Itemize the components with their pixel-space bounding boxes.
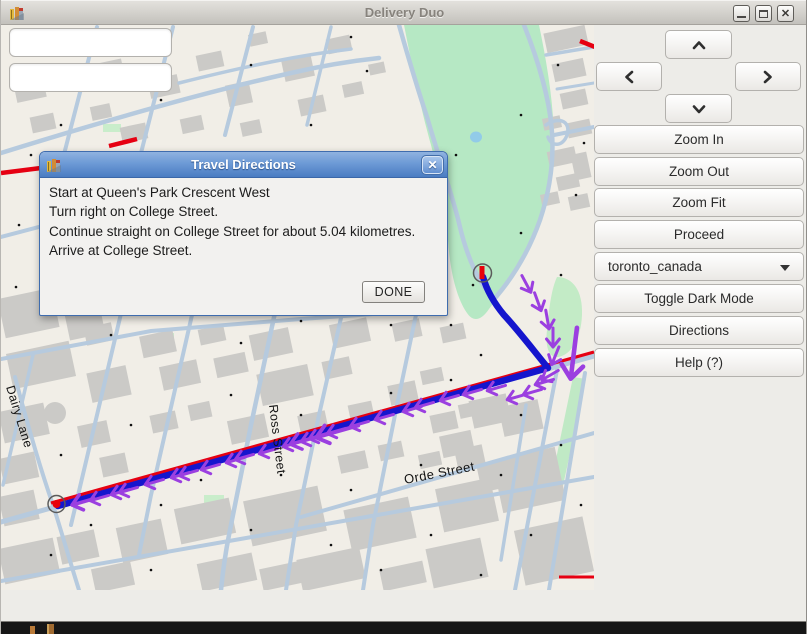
close-icon: ✕ (427, 158, 437, 172)
window-title: Delivery Duo (1, 5, 807, 20)
search-input-2[interactable] (17, 64, 197, 91)
pan-right-button[interactable] (735, 62, 801, 91)
pan-up-button[interactable] (665, 30, 732, 59)
pan-down-button[interactable] (665, 94, 732, 123)
dialog-title: Travel Directions (40, 157, 447, 172)
chevron-down-icon (690, 102, 708, 116)
toggle-dark-mode-button[interactable]: Toggle Dark Mode (594, 284, 804, 313)
dialog-body: Start at Queen's Park Crescent West Turn… (49, 183, 438, 261)
direction-line: Continue straight on College Street for … (49, 222, 438, 241)
close-button[interactable]: ✕ (777, 5, 794, 22)
side-panel: Zoom In Zoom Out Zoom Fit Proceed toront… (594, 25, 807, 622)
direction-line: Start at Queen's Park Crescent West (49, 183, 438, 202)
dialog-titlebar[interactable]: Travel Directions ✕ (40, 152, 447, 178)
search-box-1 (9, 28, 172, 57)
taskbar-icon (30, 626, 35, 634)
zoom-in-button[interactable]: Zoom In (594, 125, 804, 154)
zoom-fit-button[interactable]: Zoom Fit (594, 188, 804, 217)
taskbar (1, 621, 807, 634)
chevron-left-icon (622, 68, 636, 86)
travel-directions-dialog: Travel Directions ✕ Start at Queen's Par… (39, 151, 448, 316)
search-box-2 (9, 63, 172, 92)
app-window: Delivery Duo ✕ (0, 0, 807, 634)
search-input-1[interactable] (17, 29, 197, 56)
minimize-button[interactable] (733, 5, 750, 22)
directions-button[interactable]: Directions (594, 316, 804, 345)
zoom-out-button[interactable]: Zoom Out (594, 157, 804, 186)
direction-line: Arrive at College Street. (49, 241, 438, 260)
chevron-right-icon (761, 68, 775, 86)
help-button[interactable]: Help (?) (594, 348, 804, 377)
chevron-up-icon (690, 38, 708, 52)
direction-line: Turn right on College Street. (49, 202, 438, 221)
map-select-dropdown[interactable]: toronto_canada (594, 252, 804, 281)
proceed-button[interactable]: Proceed (594, 220, 804, 249)
pond (470, 132, 482, 143)
maximize-icon (759, 10, 768, 18)
close-icon: ✕ (781, 7, 790, 20)
dialog-close-button[interactable]: ✕ (422, 156, 443, 174)
maximize-button[interactable] (755, 5, 772, 22)
window-titlebar[interactable]: Delivery Duo ✕ (1, 0, 807, 25)
caret-down-icon (780, 265, 790, 271)
map-select-value: toronto_canada (608, 259, 702, 274)
map-canvas[interactable]: Ross Street Orde Street Dairy Lane (1, 25, 594, 590)
minimize-icon (737, 16, 746, 18)
taskbar-icon (47, 624, 54, 634)
done-button[interactable]: DONE (362, 281, 425, 303)
pan-left-button[interactable] (596, 62, 662, 91)
